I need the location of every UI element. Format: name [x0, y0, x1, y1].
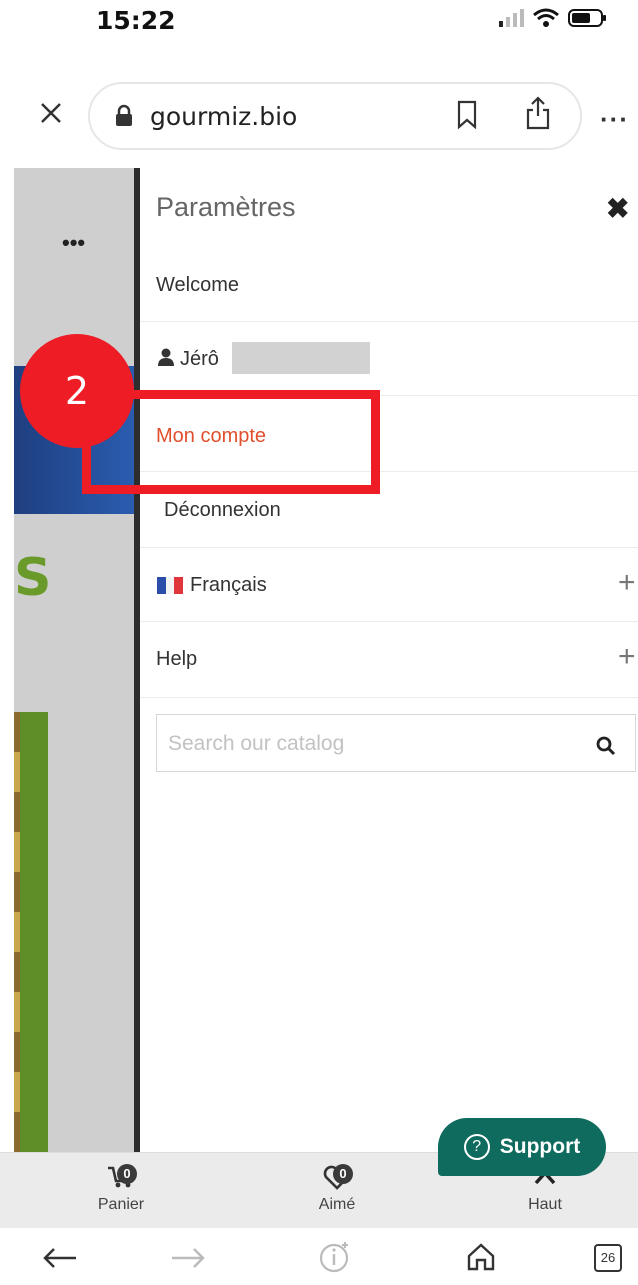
welcome-text: Welcome [156, 274, 239, 296]
more-options-icon[interactable]: ··· [600, 104, 629, 135]
cellular-signal-icon [499, 9, 524, 27]
cart-label: Panier [97, 1196, 145, 1213]
user-icon [158, 348, 174, 366]
top-label: Haut [528, 1196, 562, 1213]
liked-label: Aimé [318, 1196, 356, 1213]
background-more-icon: ••• [62, 230, 86, 255]
support-label: Support [499, 1135, 581, 1158]
cart-count-badge: 0 [117, 1164, 137, 1184]
nav-cart[interactable]: 0 Panier [86, 1162, 156, 1214]
status-icons [498, 8, 608, 28]
search-icon[interactable] [596, 736, 616, 756]
help-circle-icon: ? [463, 1134, 490, 1160]
battery-icon [568, 9, 606, 27]
wifi-icon [533, 8, 559, 27]
tabs-count-button[interactable]: 26 [594, 1244, 622, 1272]
page-info-icon[interactable] [318, 1240, 352, 1274]
close-tab-icon[interactable] [36, 98, 66, 128]
expand-language-icon[interactable]: + [618, 566, 636, 600]
drawer-title: Paramètres [156, 192, 296, 222]
background-logo-fragment: S [14, 548, 52, 608]
redacted-name [232, 342, 370, 374]
expand-help-icon[interactable]: + [618, 640, 636, 674]
url-text[interactable]: gourmiz.bio [150, 102, 297, 131]
drawer-close-icon[interactable]: ✖ [606, 192, 629, 225]
bookmark-icon[interactable] [456, 100, 478, 130]
home-icon[interactable] [466, 1242, 496, 1272]
logout-link[interactable]: Déconnexion [164, 499, 281, 522]
search-placeholder[interactable]: Search our catalog [168, 732, 344, 756]
help-link[interactable]: Help [156, 648, 197, 671]
user-name: Jérô [180, 348, 219, 370]
step-number-badge: 2 [20, 334, 134, 448]
language-selector[interactable]: Français [190, 574, 267, 597]
background-product-edge [14, 712, 20, 1152]
liked-count-badge: 0 [333, 1164, 353, 1184]
forward-arrow-icon[interactable] [170, 1246, 206, 1270]
support-button[interactable]: ? Support [438, 1118, 606, 1176]
nav-liked[interactable]: 0 Aimé [302, 1162, 372, 1214]
menu-row-help[interactable] [140, 622, 638, 698]
status-time: 15:22 [96, 6, 176, 35]
french-flag-icon [157, 577, 183, 594]
share-icon[interactable] [524, 96, 552, 130]
lock-icon [116, 104, 132, 126]
back-arrow-icon[interactable] [42, 1246, 78, 1270]
